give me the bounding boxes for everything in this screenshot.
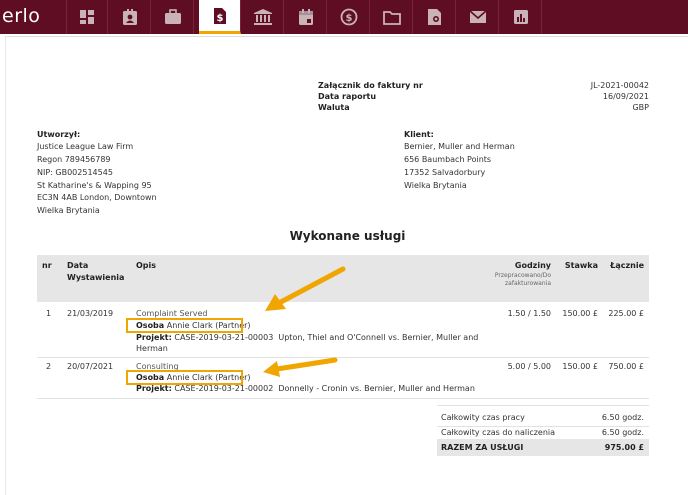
creator-line: Justice League Law Firm — [37, 142, 134, 151]
report-date-value: 16/09/2021 — [602, 92, 649, 101]
project-name: Donnelly - Cronin vs. Bernier, Muller an… — [278, 384, 475, 393]
client-line: Wielka Brytania — [404, 181, 467, 190]
folder-icon[interactable] — [371, 0, 413, 34]
row-rate: 150.00 £ — [562, 362, 598, 371]
summary-divider — [437, 405, 649, 406]
row-nr: 2 — [46, 362, 52, 371]
col-rate-header: Stawka — [564, 261, 598, 270]
creator-heading: Utworzył: — [37, 130, 81, 139]
row-nr: 1 — [46, 309, 52, 318]
currency-label: Waluta — [318, 103, 350, 112]
svg-text:$: $ — [216, 13, 223, 24]
row-divider — [37, 357, 649, 358]
col-total-header: Łącznie — [610, 261, 644, 270]
attachment-value: JL-2021-00042 — [590, 81, 649, 90]
client-heading: Klient: — [404, 130, 434, 139]
project-name: Upton, Thiel and O'Connell vs. Bernier, … — [278, 333, 479, 342]
person-highlight-box — [126, 318, 243, 333]
top-navigation-bar: erlo $ $ — [0, 0, 688, 34]
client-line: 656 Baumbach Points — [404, 155, 492, 164]
row-hours: 5.00 / 5.00 — [507, 362, 551, 371]
row-hours: 1.50 / 1.50 — [507, 309, 551, 318]
summary-divider — [437, 426, 649, 427]
col-desc-header: Opis — [136, 261, 157, 270]
project-code: CASE-2019-03-21-00002 — [174, 384, 274, 393]
row-total: 225.00 £ — [608, 309, 644, 318]
row-rate: 150.00 £ — [562, 309, 598, 318]
project-name-cont: Herman — [136, 344, 168, 353]
calendar-icon[interactable] — [285, 0, 327, 34]
bank-icon[interactable] — [242, 0, 284, 34]
row-divider — [37, 398, 649, 399]
billable-time-label: Całkowity czas do naliczenia — [441, 428, 556, 437]
services-total-label: RAZEM ZA USŁUGI — [441, 443, 524, 452]
dashboard-icon[interactable] — [66, 0, 108, 34]
app-logo[interactable]: erlo — [2, 5, 40, 27]
creator-line: St Katharine's & Wapping 95 — [37, 181, 152, 190]
project-code: CASE-2019-03-21-00003 — [174, 333, 274, 342]
creator-line: Wielka Brytania — [37, 206, 100, 215]
person-highlight-box — [126, 370, 243, 385]
row-project: Projekt: CASE-2019-03-21-00003 Upton, Th… — [136, 333, 478, 343]
col-nr-header: nr — [42, 261, 52, 270]
annotation-arrow — [263, 357, 338, 377]
row-total: 750.00 £ — [608, 362, 644, 371]
invoice-document: Załącznik do faktury nr JL-2021-00042 Da… — [5, 36, 688, 495]
svg-text:$: $ — [345, 13, 352, 24]
col-hours-sub2: zafakturowania — [505, 280, 551, 287]
creator-line: NIP: GB002514545 — [37, 168, 113, 177]
project-label: Projekt: — [136, 384, 172, 393]
time-dollar-icon[interactable]: $ — [328, 0, 370, 34]
col-hours-sub1: Przepracowano/Do — [494, 272, 551, 279]
col-hours-header: Godziny — [514, 261, 551, 270]
section-title: Wykonane usługi — [289, 229, 406, 243]
creator-line: EC3N 4AB London, Downtown — [37, 193, 157, 202]
work-time-label: Całkowity czas pracy — [441, 413, 525, 422]
report-date-label: Data raportu — [318, 92, 377, 101]
certificate-document-icon[interactable] — [414, 0, 456, 34]
attachment-label: Załącznik do faktury nr — [318, 81, 423, 90]
work-time-value: 6.50 godz. — [601, 413, 644, 422]
col-date-header: Data — [67, 261, 89, 270]
annotation-arrow — [265, 266, 346, 311]
invoice-dollar-icon[interactable]: $ — [199, 0, 241, 34]
report-chart-icon[interactable] — [500, 0, 542, 34]
billable-time-value: 6.50 godz. — [601, 428, 644, 437]
client-line: Bernier, Muller and Herman — [404, 142, 515, 151]
client-line: 17352 Salvadorbury — [404, 168, 486, 177]
creator-line: Regon 789456789 — [37, 155, 111, 164]
services-total-value: 975.00 £ — [604, 443, 644, 452]
briefcase-icon[interactable] — [152, 0, 194, 34]
row-date: 20/07/2021 — [67, 362, 114, 371]
col-date-header-2: Wystawienia — [67, 273, 125, 282]
contacts-icon[interactable] — [109, 0, 151, 34]
currency-value: GBP — [632, 103, 649, 112]
row-date: 21/03/2019 — [67, 309, 114, 318]
project-label: Projekt: — [136, 333, 172, 342]
row-project: Projekt: CASE-2019-03-21-00002 Donnelly … — [136, 384, 475, 394]
mail-icon[interactable] — [457, 0, 499, 34]
